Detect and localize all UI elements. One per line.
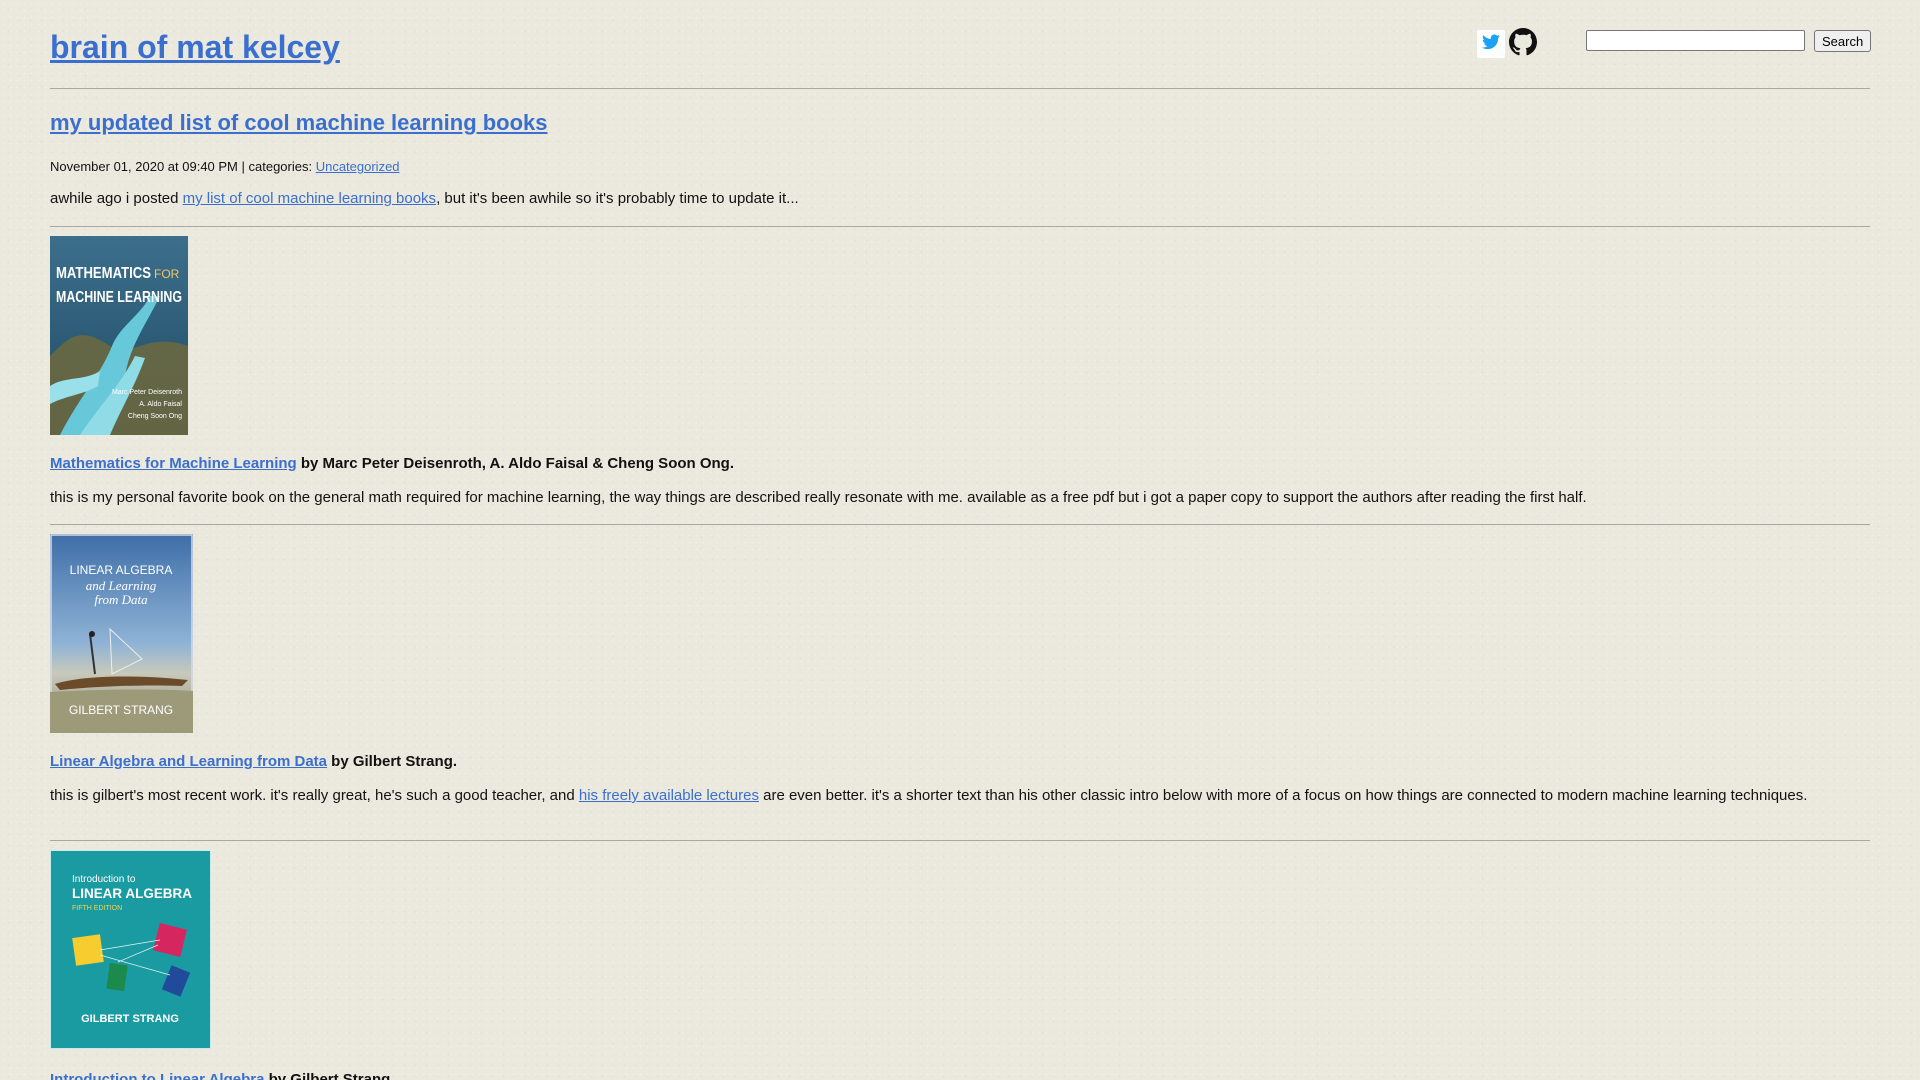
book-cover-linear-algebra-learning[interactable]: LINEAR ALGEBRA and Learning from Data GI…: [50, 534, 193, 733]
cover-title-line2: and Learning: [86, 578, 157, 593]
post-intro: awhile ago i posted my list of cool mach…: [50, 190, 799, 208]
book-description-text-after: are even better. it's a shorter text tha…: [758, 787, 1808, 804]
twitter-link[interactable]: [1477, 30, 1505, 58]
book-cover-image: MATHEMATICS FOR MACHINE LEARNING Marc Pe…: [50, 236, 188, 435]
cover-title-line3: from Data: [94, 592, 148, 607]
cover-title-line1: LINEAR ALGEBRA: [70, 563, 173, 577]
book-description-text: this is my personal favorite book on the…: [50, 489, 1587, 506]
book-cover-mathematics-for-ml[interactable]: MATHEMATICS FOR MACHINE LEARNING Marc Pe…: [50, 236, 188, 435]
cover-title-for: FOR: [154, 267, 180, 281]
github-icon: [1509, 27, 1537, 61]
search-input[interactable]: [1586, 30, 1805, 51]
book-cover-image: Introduction to LINEAR ALGEBRA FIFTH EDI…: [50, 850, 211, 1049]
category-link[interactable]: Uncategorized: [316, 159, 400, 174]
intro-text-before: awhile ago i posted: [50, 190, 183, 207]
cover-author-2: A. Aldo Faisal: [139, 401, 182, 408]
section-divider: [50, 226, 1870, 227]
cover-author-1: Marc Peter Deisenroth: [112, 389, 182, 396]
section-divider: [50, 840, 1870, 841]
book-description-text-before: this is gilbert's most recent work. it's…: [50, 787, 579, 804]
book-title-link[interactable]: Linear Algebra and Learning from Data: [50, 753, 327, 770]
twitter-icon: [1482, 34, 1500, 55]
book-cover-intro-linear-algebra[interactable]: Introduction to LINEAR ALGEBRA FIFTH EDI…: [50, 850, 211, 1049]
search-button[interactable]: Search: [1814, 30, 1872, 52]
categories-label: categories:: [248, 159, 316, 174]
previous-list-link[interactable]: my list of cool machine learning books: [183, 190, 436, 207]
book-heading: Mathematics for Machine Learning by Marc…: [50, 455, 734, 473]
cover-title-line2: MACHINE LEARNING: [56, 289, 182, 306]
book-heading: Introduction to Linear Algebra by Gilber…: [50, 1071, 394, 1080]
cover-title-line1: MATHEMATICS: [56, 265, 151, 282]
cover-author-3: Cheng Soon Ong: [128, 413, 182, 420]
book-description: this is my personal favorite book on the…: [50, 489, 1850, 507]
github-link[interactable]: [1509, 27, 1537, 61]
free-lectures-link[interactable]: his freely available lectures: [579, 787, 759, 804]
cover-title-line1: Introduction to: [72, 874, 136, 885]
book-authors: by Marc Peter Deisenroth, A. Aldo Faisal…: [296, 455, 735, 472]
meta-separator: |: [237, 159, 249, 174]
book-authors: by Gilbert Strang.: [327, 753, 458, 770]
book-description: this is gilbert's most recent work. it's…: [50, 787, 1850, 805]
book-title-link[interactable]: Mathematics for Machine Learning: [50, 455, 297, 472]
site-title-link[interactable]: brain of mat kelcey: [50, 25, 340, 69]
section-divider: [50, 524, 1870, 525]
cover-title-line2: LINEAR ALGEBRA: [72, 885, 192, 901]
post-title-link[interactable]: my updated list of cool machine learning…: [50, 108, 548, 138]
cover-author: GILBERT STRANG: [69, 703, 173, 717]
search-form: Search: [1586, 30, 1872, 52]
header-divider: [50, 88, 1870, 89]
post-date: November 01, 2020 at 09:40 PM: [50, 159, 238, 174]
book-title-link[interactable]: Introduction to Linear Algebra: [50, 1071, 264, 1080]
post-meta: November 01, 2020 at 09:40 PM | categori…: [50, 159, 400, 175]
book-authors: by Gilbert Strang.: [264, 1071, 395, 1080]
intro-text-after: , but it's been awhile so it's probably …: [436, 190, 799, 207]
book-heading: Linear Algebra and Learning from Data by…: [50, 753, 457, 771]
cover-author: GILBERT STRANG: [81, 1013, 179, 1025]
social-links: [1477, 27, 1537, 61]
book-cover-image: LINEAR ALGEBRA and Learning from Data GI…: [50, 534, 193, 733]
cover-edition: FIFTH EDITION: [72, 905, 122, 912]
